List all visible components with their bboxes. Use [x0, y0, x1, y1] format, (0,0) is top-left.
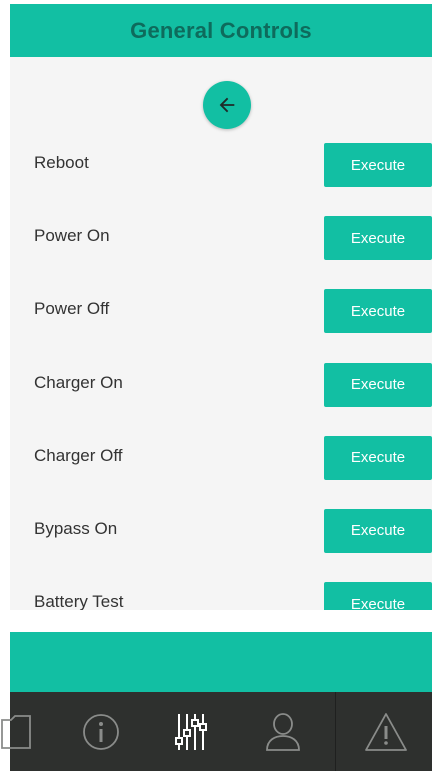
controls-panel: Reboot Execute Power On Execute Power Of… — [10, 57, 432, 610]
execute-button-charger-off[interactable]: Execute — [324, 435, 432, 480]
control-label: Power On — [34, 226, 110, 246]
execute-button-power-on[interactable]: Execute — [324, 216, 432, 261]
user-icon — [266, 712, 300, 751]
back-button[interactable] — [203, 81, 251, 129]
bottom-nav — [1, 692, 432, 771]
info-icon — [83, 713, 119, 750]
control-label: Battery Test — [34, 592, 124, 610]
nav-item-folder[interactable] — [0, 692, 36, 771]
arrow-left-icon — [219, 97, 235, 113]
control-row-charger-off: Charger Off Execute — [10, 435, 432, 509]
control-label: Charger On — [34, 372, 123, 392]
control-row-charger-on: Charger On Execute — [10, 362, 432, 436]
footer-bar — [10, 632, 432, 692]
control-label: Charger Off — [34, 445, 123, 465]
control-row-reboot: Reboot Execute — [10, 143, 432, 216]
execute-button-reboot[interactable]: Execute — [324, 143, 432, 187]
control-label: Bypass On — [34, 518, 118, 538]
nav-item-info[interactable] — [76, 692, 126, 771]
page-title: General Controls — [130, 17, 312, 43]
nav-item-alarms[interactable] — [358, 692, 414, 771]
execute-button-bypass-on[interactable]: Execute — [324, 508, 432, 553]
warning-icon — [365, 712, 407, 751]
nav-item-user[interactable] — [258, 692, 308, 771]
nav-divider — [335, 692, 336, 771]
control-row-battery-test: Battery Test Execute — [10, 582, 432, 610]
control-row-power-on: Power On Execute — [10, 216, 432, 289]
nav-item-controls[interactable] — [166, 692, 216, 771]
left-margin — [0, 0, 10, 771]
execute-button-battery-test[interactable]: Execute — [324, 582, 432, 610]
execute-button-power-off[interactable]: Execute — [324, 289, 432, 334]
app-header: General Controls — [10, 4, 432, 57]
folder-icon — [1, 714, 31, 749]
control-row-power-off: Power Off Execute — [10, 289, 432, 362]
control-label: Reboot — [34, 153, 89, 172]
app-root: General Controls Reboot Execute Power On… — [0, 0, 432, 771]
control-label: Power Off — [34, 299, 110, 319]
control-row-bypass-on: Bypass On Execute — [10, 508, 432, 582]
sliders-icon — [175, 713, 207, 750]
content-gap — [10, 610, 432, 632]
execute-button-charger-on[interactable]: Execute — [324, 362, 432, 407]
control-list: Reboot Execute Power On Execute Power Of… — [10, 143, 432, 610]
